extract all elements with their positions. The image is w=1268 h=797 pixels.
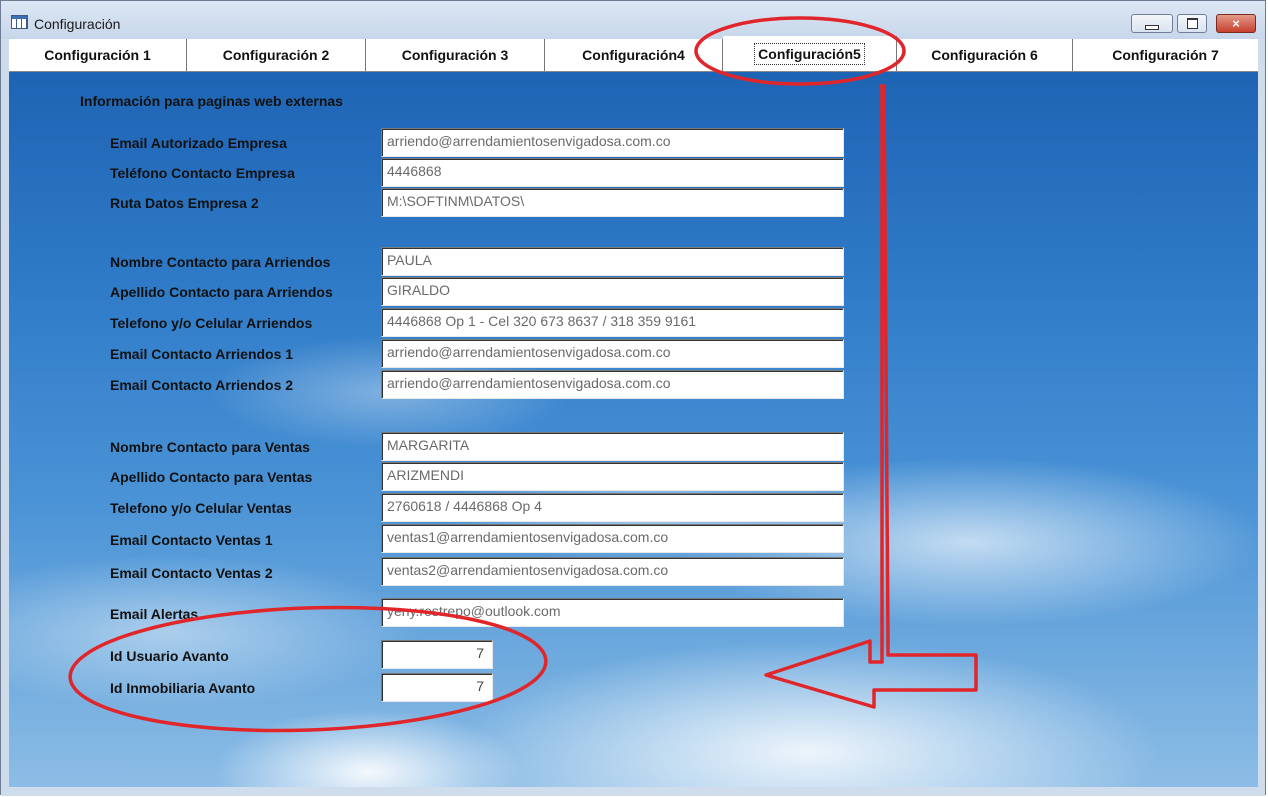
tab-label: Configuración 2 [222,47,330,63]
close-icon: × [1232,16,1240,31]
email-contacto-ventas-1-field[interactable]: ventas1@arrendamientosenvigadosa.com.co [381,524,844,553]
email-contacto-ventas-2-field[interactable]: ventas2@arrendamientosenvigadosa.com.co [381,557,844,586]
tab-label: Configuración 6 [931,47,1038,63]
label-email-contacto-ventas-1: Email Contacto Ventas 1 [110,532,273,548]
minimize-button[interactable] [1131,14,1173,33]
id-usuario-avanto-field[interactable]: 7 [381,640,493,669]
ruta-datos-empresa-2-field[interactable]: M:\SOFTINM\DATOS\ [381,188,844,217]
label-email-contacto-arriendos-1: Email Contacto Arriendos 1 [110,346,294,362]
label-nombre-contacto-arriendos: Nombre Contacto para Arriendos [110,254,331,270]
table-icon [11,15,28,29]
apellido-contacto-ventas-field[interactable]: ARIZMENDI [381,462,844,491]
title-bar[interactable]: Configuración × [1,1,1265,39]
configuracion-window: Configuración × Configuración 1 Configur… [0,0,1266,796]
close-button[interactable]: × [1216,14,1256,33]
tab-configuracion-1[interactable]: Configuración 1 [9,39,187,71]
tab-label: Configuración5 [754,42,865,65]
label-telefono-celular-ventas: Telefono y/o Celular Ventas [110,500,292,516]
nombre-contacto-arriendos-field[interactable]: PAULA [381,247,844,276]
tab-configuracion-4[interactable]: Configuración4 [545,39,723,71]
tab-label: Configuración 3 [401,47,509,63]
label-email-contacto-arriendos-2: Email Contacto Arriendos 2 [110,377,294,393]
id-inmobiliaria-avanto-field[interactable]: 7 [381,673,493,702]
section-title: Información para paginas web externas [80,93,343,109]
maximize-button[interactable] [1177,14,1207,33]
label-nombre-contacto-ventas: Nombre Contacto para Ventas [110,439,310,455]
telefono-celular-ventas-field[interactable]: 2760618 / 4446868 Op 4 [381,493,844,522]
tab-label: Configuración 1 [44,47,151,63]
tab-configuracion-3[interactable]: Configuración 3 [366,39,545,71]
tab-configuracion-6[interactable]: Configuración 6 [897,39,1073,71]
maximize-icon [1186,18,1198,29]
label-id-inmobiliaria-avanto: Id Inmobiliaria Avanto [110,680,256,696]
label-id-usuario-avanto: Id Usuario Avanto [110,648,229,664]
tab-configuracion-7[interactable]: Configuración 7 [1073,39,1258,71]
minimize-icon [1145,24,1159,30]
nombre-contacto-ventas-field[interactable]: MARGARITA [381,432,844,461]
tab-configuracion-2[interactable]: Configuración 2 [187,39,366,71]
email-alertas-field[interactable]: yeny.restrepo@outlook.com [381,598,844,627]
apellido-contacto-arriendos-field[interactable]: GIRALDO [381,277,844,306]
tab-label: Configuración 7 [1112,47,1219,63]
label-telefono-celular-arriendos: Telefono y/o Celular Arriendos [110,315,313,331]
email-autorizado-empresa-field[interactable]: arriendo@arrendamientosenvigadosa.com.co [381,128,844,157]
label-email-autorizado-empresa: Email Autorizado Empresa [110,135,287,151]
tab-configuracion-5[interactable]: Configuración5 [723,36,897,71]
label-telefono-contacto-empresa: Teléfono Contacto Empresa [110,165,295,181]
telefono-contacto-empresa-field[interactable]: 4446868 [381,158,844,187]
window-bottom-border [1,787,1265,796]
config5-panel: Información para paginas web externas Em… [9,72,1258,787]
window-title: Configuración [34,16,121,32]
tab-strip: Configuración 1 Configuración 2 Configur… [9,36,1258,72]
email-contacto-arriendos-2-field[interactable]: arriendo@arrendamientosenvigadosa.com.co [381,370,844,399]
tab-label: Configuración4 [582,47,685,63]
email-contacto-arriendos-1-field[interactable]: arriendo@arrendamientosenvigadosa.com.co [381,339,844,368]
label-email-contacto-ventas-2: Email Contacto Ventas 2 [110,565,273,581]
label-email-alertas: Email Alertas [110,606,199,622]
label-ruta-datos-empresa-2: Ruta Datos Empresa 2 [110,195,259,211]
label-apellido-contacto-ventas: Apellido Contacto para Ventas [110,469,313,485]
label-apellido-contacto-arriendos: Apellido Contacto para Arriendos [110,284,333,300]
telefono-celular-arriendos-field[interactable]: 4446868 Op 1 - Cel 320 673 8637 / 318 35… [381,308,844,337]
